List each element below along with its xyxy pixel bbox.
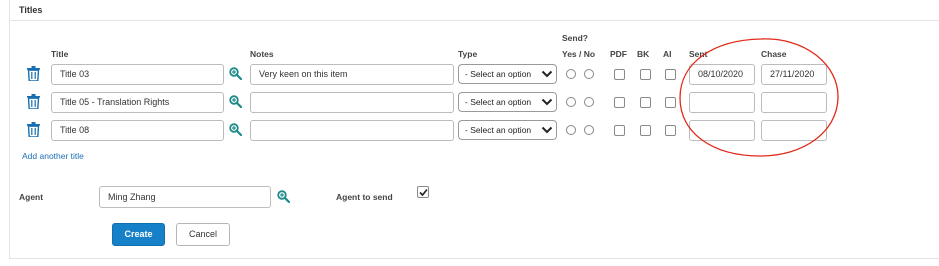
type-select-value: - Select an option bbox=[465, 125, 532, 135]
trash-icon[interactable] bbox=[27, 66, 40, 81]
magnify-plus-icon[interactable] bbox=[229, 67, 242, 80]
agent-input[interactable]: Ming Zhang bbox=[99, 186, 271, 208]
bk-checkbox[interactable] bbox=[640, 125, 651, 136]
bk-checkbox[interactable] bbox=[640, 97, 651, 108]
chevron-down-icon bbox=[541, 98, 553, 106]
bk-checkbox[interactable] bbox=[640, 69, 651, 80]
pdf-checkbox[interactable] bbox=[614, 125, 625, 136]
pdf-checkbox[interactable] bbox=[614, 97, 625, 108]
cancel-button[interactable]: Cancel bbox=[176, 223, 230, 246]
send-yes-radio[interactable] bbox=[566, 97, 576, 107]
title-input[interactable]: Title 03 bbox=[51, 64, 224, 85]
send-no-radio[interactable] bbox=[584, 69, 594, 79]
sent-date-input[interactable] bbox=[689, 92, 755, 113]
chevron-down-icon bbox=[541, 70, 553, 78]
type-select-value: - Select an option bbox=[465, 97, 532, 107]
trash-icon[interactable] bbox=[27, 122, 40, 137]
title-column-header: Title bbox=[51, 49, 69, 59]
notes-input[interactable] bbox=[250, 120, 454, 141]
type-select[interactable]: - Select an option bbox=[458, 120, 557, 140]
magnify-plus-icon[interactable] bbox=[229, 95, 242, 108]
trash-icon[interactable] bbox=[27, 94, 40, 109]
sent-column-header: Sent bbox=[689, 49, 708, 59]
send-yes-radio[interactable] bbox=[566, 125, 576, 135]
chevron-down-icon bbox=[541, 126, 553, 134]
yes-no-column-header: Yes / No bbox=[562, 49, 596, 59]
section-divider bbox=[10, 20, 939, 21]
send-no-radio[interactable] bbox=[584, 97, 594, 107]
type-select-value: - Select an option bbox=[465, 69, 532, 79]
type-select[interactable]: - Select an option bbox=[458, 64, 557, 84]
notes-input[interactable]: Very keen on this item bbox=[250, 64, 454, 85]
title-input[interactable]: Title 05 - Translation Rights bbox=[51, 92, 224, 113]
send-yes-radio[interactable] bbox=[566, 69, 576, 79]
sent-date-input[interactable]: 08/10/2020 bbox=[689, 64, 755, 85]
create-button[interactable]: Create bbox=[112, 223, 165, 246]
section-title: Titles bbox=[19, 5, 43, 15]
chase-date-input[interactable] bbox=[761, 120, 827, 141]
send-no-radio[interactable] bbox=[584, 125, 594, 135]
pdf-column-header: PDF bbox=[610, 49, 627, 59]
ai-checkbox[interactable] bbox=[665, 97, 676, 108]
agent-to-send-label: Agent to send bbox=[336, 192, 393, 202]
notes-input[interactable] bbox=[250, 92, 454, 113]
ai-column-header: AI bbox=[663, 49, 672, 59]
notes-column-header: Notes bbox=[250, 49, 274, 59]
chase-column-header: Chase bbox=[761, 49, 787, 59]
agent-label: Agent bbox=[19, 192, 44, 202]
type-select[interactable]: - Select an option bbox=[458, 92, 557, 112]
chase-date-input[interactable]: 27/11/2020 bbox=[761, 64, 827, 85]
magnify-plus-icon[interactable] bbox=[277, 190, 290, 203]
checkmark-icon bbox=[419, 188, 428, 197]
send-group-header: Send? bbox=[562, 33, 588, 43]
bk-column-header: BK bbox=[637, 49, 650, 59]
magnify-plus-icon[interactable] bbox=[229, 123, 242, 136]
add-another-title-link[interactable]: Add another title bbox=[22, 151, 84, 161]
pdf-checkbox[interactable] bbox=[614, 69, 625, 80]
title-input[interactable]: Title 08 bbox=[51, 120, 224, 141]
chase-date-input[interactable] bbox=[761, 92, 827, 113]
ai-checkbox[interactable] bbox=[665, 125, 676, 136]
type-column-header: Type bbox=[458, 49, 478, 59]
ai-checkbox[interactable] bbox=[665, 69, 676, 80]
sent-date-input[interactable] bbox=[689, 120, 755, 141]
agent-to-send-checkbox[interactable] bbox=[417, 186, 429, 198]
